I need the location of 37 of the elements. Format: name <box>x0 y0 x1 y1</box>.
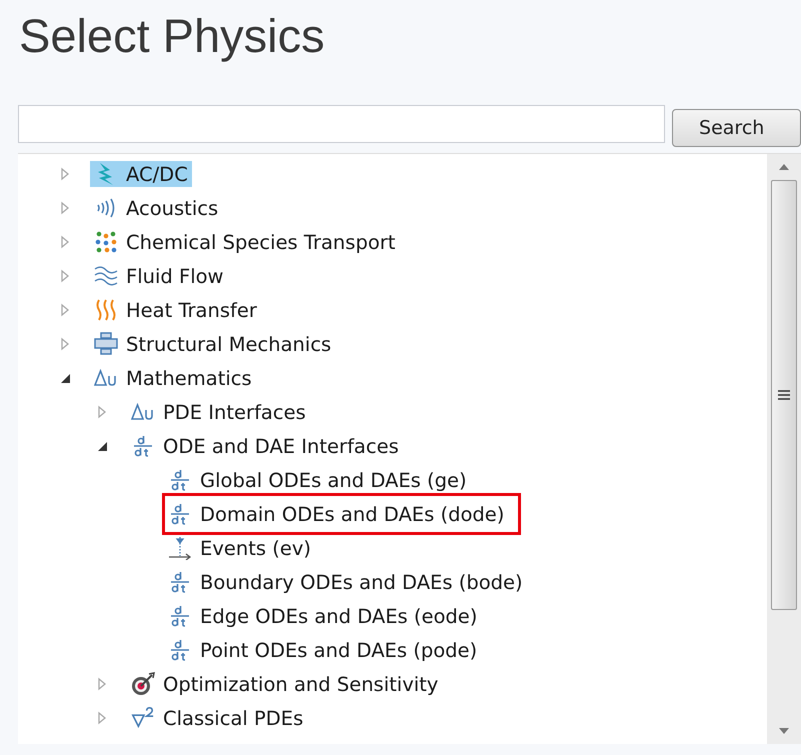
tree-item[interactable]: ODE and DAE Interfaces <box>127 433 403 459</box>
tree-item[interactable]: Optimization and Sensitivity <box>127 671 442 697</box>
derivative-icon <box>168 604 192 628</box>
tree-item[interactable]: Events (ev) <box>164 535 315 561</box>
derivative-icon <box>131 434 155 458</box>
tree-item[interactable]: Mathematics <box>90 365 256 391</box>
beam-icon <box>94 332 118 356</box>
tree-item[interactable]: Domain ODEs and DAEs (dode) <box>164 501 508 527</box>
tree-item[interactable]: Edge ODEs and DAEs (eode) <box>164 603 482 629</box>
flow-lines-icon <box>94 264 118 288</box>
search-field[interactable] <box>18 105 666 143</box>
tree-item[interactable]: PDE Interfaces <box>127 399 310 425</box>
page-title: Select Physics <box>18 8 326 64</box>
scroll-down-icon[interactable] <box>779 728 789 734</box>
scrollbar-thumb[interactable] <box>771 180 797 610</box>
heat-waves-icon <box>94 298 118 322</box>
derivative-icon <box>168 468 192 492</box>
event-arrows-icon <box>168 536 192 560</box>
target-icon <box>131 672 155 696</box>
tree-item[interactable]: Heat Transfer <box>90 297 261 323</box>
derivative-icon <box>168 502 192 526</box>
derivative-icon <box>168 570 192 594</box>
tree-item[interactable]: Point ODEs and DAEs (pode) <box>164 637 482 663</box>
search-button[interactable]: Search <box>672 109 801 147</box>
tree-item[interactable]: Boundary ODEs and DAEs (bode) <box>164 569 527 595</box>
tree-item[interactable]: Acoustics <box>90 195 222 221</box>
scroll-up-icon[interactable] <box>779 164 789 170</box>
tree-item[interactable]: Chemical Species Transport <box>90 229 400 255</box>
tree-item[interactable]: Structural Mechanics <box>90 331 336 357</box>
nabla-squared-icon <box>131 706 155 730</box>
grip-icon <box>778 390 790 400</box>
derivative-icon <box>168 638 192 662</box>
tree-item[interactable]: AC/DC <box>90 161 192 187</box>
tree-item[interactable]: Global ODEs and DAEs (ge) <box>164 467 471 493</box>
dots-icon <box>94 230 118 254</box>
tree-item[interactable]: Fluid Flow <box>90 263 228 289</box>
tree-item[interactable]: Classical PDEs <box>127 705 308 731</box>
